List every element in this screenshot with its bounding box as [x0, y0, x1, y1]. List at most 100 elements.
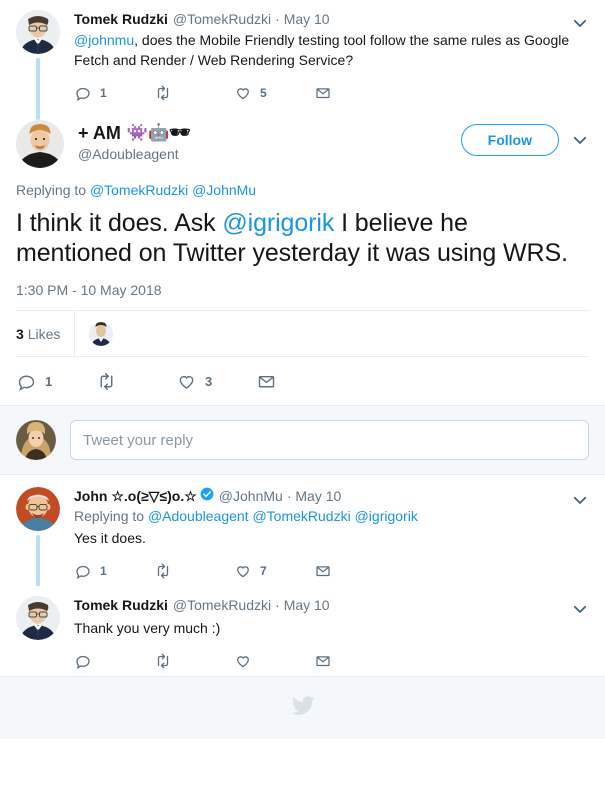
- parent-tweet-author[interactable]: Tomek Rudzki @TomekRudzki · May 10: [74, 10, 589, 28]
- replying-to-label: Replying to: [16, 182, 87, 198]
- parent-tweet-caret-icon[interactable]: [571, 14, 589, 32]
- reply-count: 1: [100, 86, 107, 100]
- dm-action[interactable]: [314, 84, 394, 102]
- like-action[interactable]: 5: [234, 84, 314, 102]
- main-tweet-author[interactable]: + AM 👾🤖🕶 @Adoubleagent: [68, 120, 461, 164]
- author-display-name: John ☆.o(≥▽≤)o.☆: [74, 488, 197, 504]
- retweet-action[interactable]: [96, 371, 176, 392]
- dm-action[interactable]: [314, 652, 394, 670]
- reply-actions: [74, 646, 589, 676]
- reply-count: 1: [100, 564, 107, 578]
- parent-tweet[interactable]: Tomek Rudzki @TomekRudzki · May 10 @john…: [0, 0, 605, 120]
- like-action[interactable]: 3: [176, 371, 256, 392]
- main-tweet-header: + AM 👾🤖🕶 @Adoubleagent Follow: [16, 120, 589, 168]
- envelope-icon: [314, 652, 332, 670]
- reply-avatar-column: [16, 487, 64, 607]
- reply-replying-to: Replying to @Adoubleagent @TomekRudzki @…: [74, 507, 589, 526]
- heart-icon: [234, 84, 252, 102]
- retweet-icon: [96, 371, 117, 392]
- reply-count: 1: [45, 373, 53, 389]
- envelope-icon: [314, 84, 332, 102]
- retweet-action[interactable]: [154, 562, 234, 580]
- reply-icon: [74, 84, 92, 102]
- main-tweet-timestamp[interactable]: 1:30 PM - 10 May 2018: [16, 282, 589, 310]
- avatar[interactable]: [16, 120, 64, 168]
- author-display-name: Tomek Rudzki: [74, 11, 168, 27]
- main-tweet-caret-icon[interactable]: [571, 131, 589, 149]
- replying-to-mention-1[interactable]: @JohnMu: [192, 182, 256, 198]
- retweet-icon: [154, 84, 172, 102]
- like-count: 5: [260, 86, 267, 100]
- retweet-action[interactable]: [154, 652, 234, 670]
- like-action[interactable]: 7: [234, 562, 314, 580]
- author-display-name-row: + AM 👾🤖🕶: [78, 122, 461, 144]
- author-handle: @TomekRudzki: [172, 11, 272, 27]
- parent-tweet-actions: 1 5: [74, 78, 589, 108]
- replying-to-mention-0[interactable]: @Adoubleagent: [148, 508, 249, 524]
- author-display-name: Tomek Rudzki: [74, 597, 168, 613]
- reply-icon: [74, 562, 92, 580]
- reply-tweet-john[interactable]: John ☆.o(≥▽≤)o.☆ @JohnMu · May 10 Replyi…: [0, 475, 605, 607]
- heart-icon: [176, 371, 197, 392]
- verified-badge-icon: [200, 487, 214, 501]
- reply-action[interactable]: 1: [74, 562, 154, 580]
- avatar[interactable]: [16, 487, 60, 531]
- reply-text: Thank you very much :): [74, 620, 221, 636]
- reply-tweet-tomek[interactable]: Tomek Rudzki @TomekRudzki · May 10 Thank…: [0, 586, 605, 676]
- author-display-name: + AM: [78, 123, 121, 143]
- reply-action[interactable]: 1: [74, 84, 154, 102]
- avatar[interactable]: [16, 596, 60, 640]
- heart-icon: [234, 562, 252, 580]
- footer-logo-area: [0, 677, 605, 739]
- retweet-icon: [154, 562, 172, 580]
- likes-label: Likes: [27, 325, 61, 342]
- main-avatar-column: [16, 120, 68, 168]
- main-text-mention[interactable]: @igrigorik: [222, 209, 334, 237]
- avatar[interactable]: [16, 10, 60, 54]
- like-count: 3: [205, 373, 213, 389]
- tweet-detail-page: Tomek Rudzki @TomekRudzki · May 10 @john…: [0, 0, 605, 802]
- tweet-timestamp: · May 10: [275, 11, 330, 27]
- like-count: 7: [260, 564, 267, 578]
- replying-to-mention-2[interactable]: @igrigorik: [355, 508, 418, 524]
- replying-to-label: Replying to: [74, 508, 145, 524]
- replying-to-mention-1[interactable]: @TomekRudzki: [252, 508, 350, 524]
- reply-icon: [74, 652, 92, 670]
- envelope-icon: [314, 562, 332, 580]
- reply-input[interactable]: [70, 420, 589, 460]
- main-replying-to: Replying to @TomekRudzki @JohnMu: [16, 182, 589, 198]
- tweet-timestamp: · May 10: [275, 597, 330, 613]
- reply-caret-icon[interactable]: [571, 491, 589, 509]
- current-user-avatar[interactable]: [16, 420, 56, 460]
- reply-compose-box: [0, 405, 605, 475]
- likes-count-label[interactable]: 3 Likes: [16, 326, 74, 342]
- main-text-part-1: I think it does. Ask: [16, 209, 223, 237]
- author-handle: @TomekRudzki: [172, 597, 272, 613]
- name-emoji: 👾🤖🕶: [126, 123, 191, 142]
- parent-avatar-column: [16, 10, 64, 120]
- likes-count: 3: [16, 325, 24, 342]
- parent-tweet-text: @johnmu, does the Mobile Friendly testin…: [74, 30, 589, 70]
- heart-icon: [234, 652, 252, 670]
- twitter-bird-icon: [291, 695, 315, 721]
- follow-button[interactable]: Follow: [460, 124, 559, 156]
- tweet-body-text: , does the Mobile Friendly testing tool …: [74, 32, 570, 68]
- like-action[interactable]: [234, 652, 314, 670]
- replying-to-mention-0[interactable]: @TomekRudzki: [90, 182, 188, 198]
- likes-bar: 3 Likes: [16, 310, 589, 357]
- dm-action[interactable]: [314, 562, 394, 580]
- reply-caret-icon[interactable]: [571, 600, 589, 618]
- follow-area: Follow: [460, 120, 589, 156]
- retweet-action[interactable]: [154, 84, 234, 102]
- reply-author[interactable]: John ☆.o(≥▽≤)o.☆ @JohnMu · May 10: [74, 487, 589, 505]
- reply-author[interactable]: Tomek Rudzki @TomekRudzki · May 10: [74, 596, 589, 614]
- author-handle: @Adoubleagent: [78, 146, 179, 162]
- main-tweet: + AM 👾🤖🕶 @Adoubleagent Follow Replying t…: [0, 110, 605, 405]
- dm-action[interactable]: [256, 371, 336, 392]
- mention-link[interactable]: @johnmu: [74, 32, 134, 48]
- reply-action[interactable]: [74, 652, 154, 670]
- main-tweet-actions: 1 3: [16, 357, 589, 405]
- liker-avatar[interactable]: [89, 321, 114, 346]
- reply-action[interactable]: 1: [16, 371, 96, 392]
- reply-actions: 1 7: [74, 556, 589, 586]
